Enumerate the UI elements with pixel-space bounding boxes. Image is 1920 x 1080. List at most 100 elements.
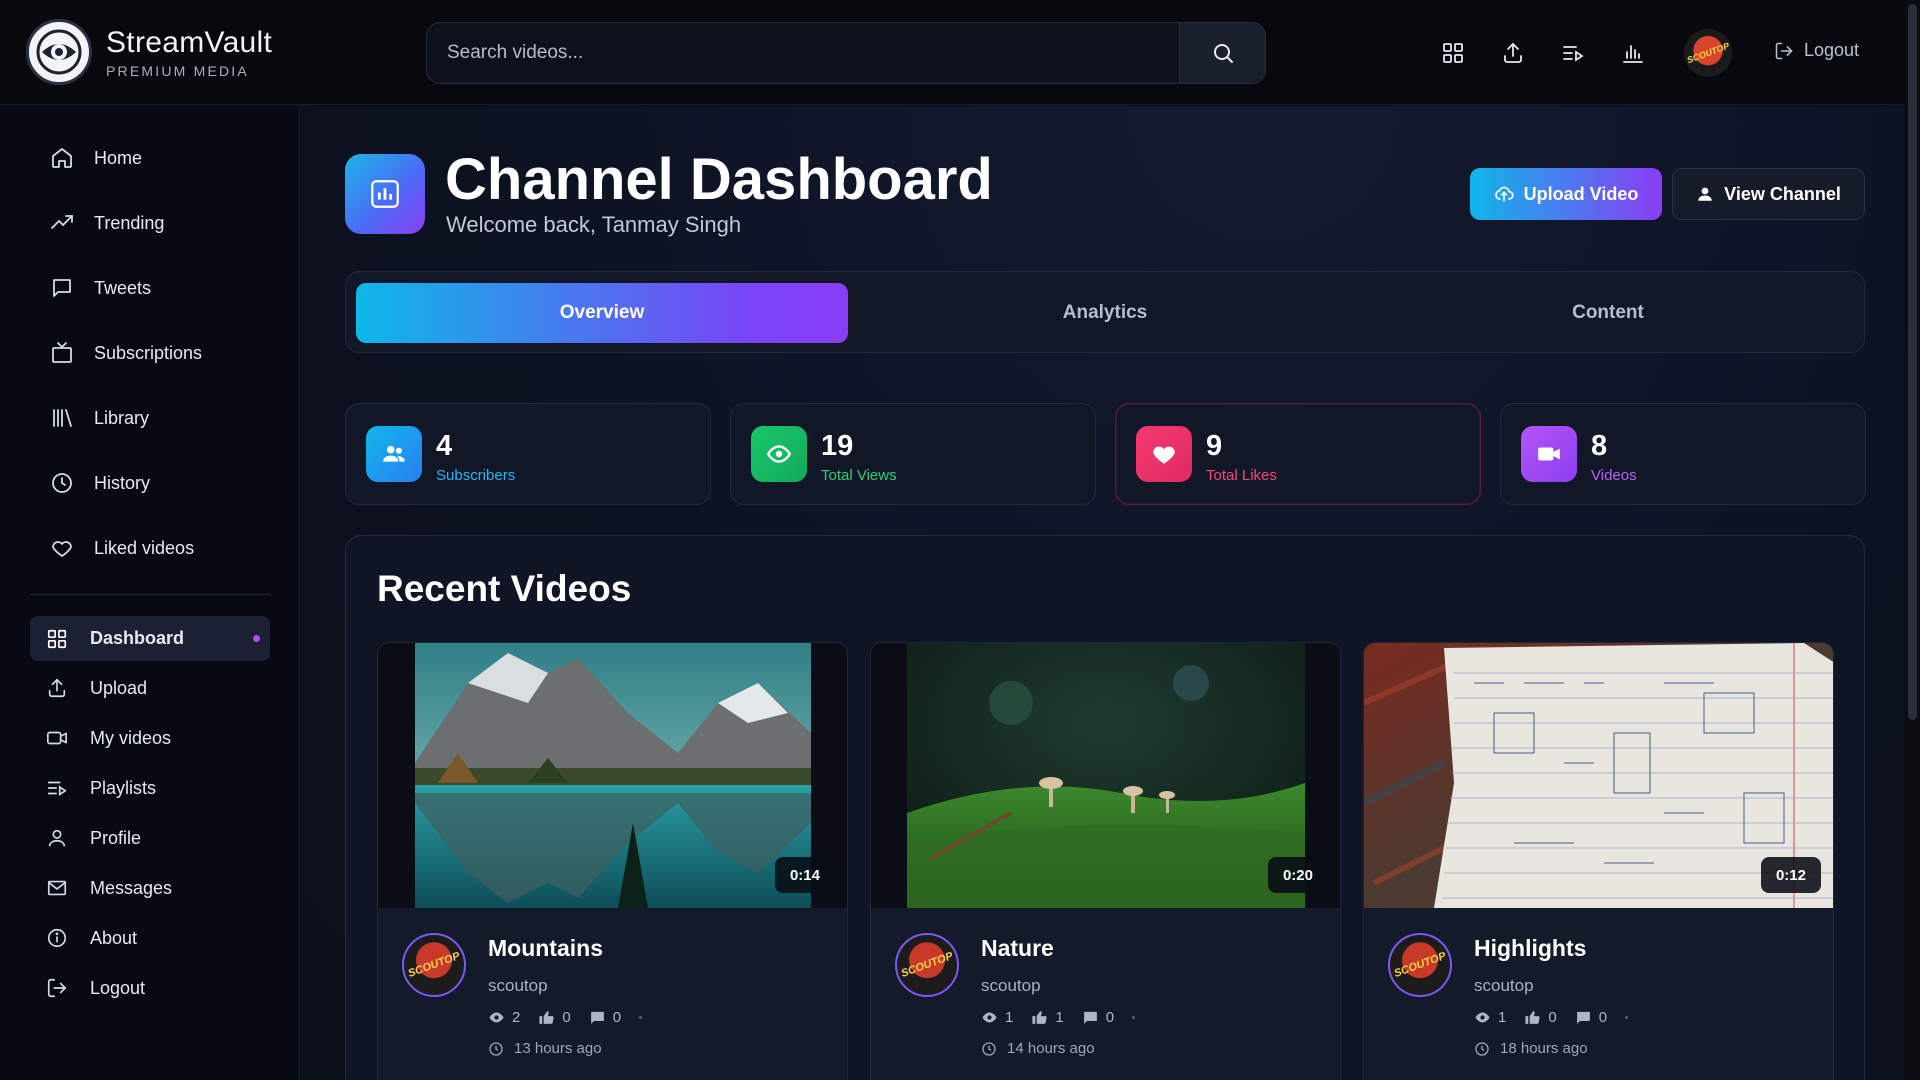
avatar-logo-text: SCOUTOP (1392, 950, 1448, 980)
eye-icon (489, 1012, 504, 1023)
grid-icon (47, 629, 67, 648)
channel-avatar[interactable]: SCOUTOP (402, 933, 466, 997)
search-bar (426, 22, 1266, 84)
sidebar-item-playlists[interactable]: Playlists (44, 768, 156, 808)
header-logout-label: Logout (1804, 40, 1860, 60)
sidebar-item-messages[interactable]: Messages (44, 868, 172, 908)
video-thumbnail[interactable]: 0:12 (1364, 643, 1833, 908)
playlist-icon (1563, 46, 1584, 62)
clock-icon (489, 1041, 503, 1056)
app-logo[interactable]: StreamVault PREMIUM MEDIA (26, 19, 272, 85)
cloud-upload-icon (1494, 186, 1514, 202)
scrollbar-thumb[interactable] (1908, 4, 1917, 720)
view-count: 1 (1005, 1009, 1014, 1026)
chat-icon (53, 279, 71, 297)
clock-icon (52, 473, 72, 493)
heart-icon (1136, 426, 1192, 482)
video-camera-icon (47, 731, 67, 745)
sidebar-item-profile[interactable]: Profile (44, 818, 141, 858)
channel-name[interactable]: scoutop (1474, 976, 1534, 996)
page-subtitle: Welcome back, Tanmay Singh (446, 212, 742, 237)
view-count: 1 (1498, 1009, 1507, 1026)
video-card[interactable]: 0:12 SCOUTOP Highlights scoutop 1 0 0 18… (1363, 642, 1834, 1080)
eye-icon (1475, 1012, 1490, 1023)
upload-header-button[interactable] (1490, 30, 1536, 76)
sidebar-item-label: Tweets (94, 277, 152, 298)
sidebar-item-home[interactable]: Home (48, 138, 142, 178)
channel-avatar[interactable]: SCOUTOP (895, 933, 959, 997)
playlist-header-button[interactable] (1550, 30, 1596, 76)
video-camera-icon (1521, 426, 1577, 482)
sidebar-item-liked-videos[interactable]: Liked videos (48, 528, 194, 568)
upload-time-text: 13 hours ago (514, 1040, 602, 1057)
sidebar-item-about[interactable]: About (44, 918, 137, 958)
avatar-logo-text: SCOUTOP (1685, 40, 1731, 66)
comment-count: 0 (1598, 1009, 1608, 1026)
video-card[interactable]: 0:14 SCOUTOP Mountains scoutop 2 0 0 13 … (377, 642, 848, 1080)
analytics-header-button[interactable] (1610, 30, 1656, 76)
comment-count: 0 (612, 1009, 622, 1026)
upload-time-text: 18 hours ago (1500, 1040, 1588, 1057)
stat-value: 8 (1591, 430, 1608, 462)
sidebar-item-trending[interactable]: Trending (48, 203, 164, 243)
tab-analytics[interactable]: Analytics (859, 283, 1351, 343)
sidebar-item-label: Liked videos (94, 537, 195, 558)
user-icon (1698, 187, 1712, 201)
video-card[interactable]: 0:20 SCOUTOP Nature scoutop 1 1 0 14 hou… (870, 642, 1341, 1080)
tab-content[interactable]: Content (1362, 283, 1854, 343)
users-icon (366, 426, 422, 482)
library-icon (53, 409, 72, 427)
tab-overview[interactable]: Overview (356, 283, 848, 343)
video-stats: 1 1 0 (981, 1009, 1136, 1026)
video-title[interactable]: Highlights (1474, 935, 1586, 962)
video-thumbnail[interactable]: 0:14 (378, 643, 847, 908)
app-tagline: PREMIUM MEDIA (106, 62, 249, 79)
video-title[interactable]: Mountains (488, 935, 603, 962)
comment-icon (590, 1011, 604, 1024)
active-indicator (253, 635, 260, 642)
sidebar-item-label: Profile (90, 827, 142, 848)
user-icon (48, 829, 66, 847)
clock-icon (1475, 1041, 1489, 1056)
upload-icon (48, 678, 66, 698)
page-scrollbar[interactable] (1905, 0, 1920, 1080)
channel-name[interactable]: scoutop (488, 976, 548, 996)
sidebar-item-subscriptions[interactable]: Subscriptions (48, 333, 202, 373)
stat-card-views: 19 Total Views (730, 403, 1096, 505)
channel-name[interactable]: scoutop (981, 976, 1041, 996)
grid-icon (1443, 43, 1463, 63)
dashboard-grid-button[interactable] (1430, 30, 1476, 76)
channel-avatar[interactable]: SCOUTOP (1388, 933, 1452, 997)
view-channel-button[interactable]: View Channel (1672, 168, 1865, 220)
upload-video-button[interactable]: Upload Video (1470, 168, 1662, 220)
upload-time: 13 hours ago (488, 1040, 602, 1057)
search-input[interactable] (427, 23, 1179, 83)
top-header: StreamVault PREMIUM MEDIA SCOUTOP Logout (0, 0, 1905, 105)
stat-label: Total Views (821, 467, 897, 484)
sidebar-item-label: Home (94, 147, 143, 168)
sidebar-item-logout[interactable]: Logout (44, 968, 145, 1008)
dashboard-tabs: Overview Analytics Content (345, 271, 1865, 353)
video-title[interactable]: Nature (981, 935, 1054, 962)
logout-icon (47, 978, 67, 998)
upload-video-label: Upload Video (1523, 183, 1639, 204)
app-name: StreamVault (106, 25, 273, 59)
sidebar-item-dashboard[interactable]: Dashboard (30, 616, 270, 661)
info-icon (47, 928, 67, 948)
sidebar-item-label: Library (94, 407, 150, 428)
sidebar-item-library[interactable]: Library (48, 398, 149, 438)
upload-icon (1504, 42, 1522, 63)
sidebar-item-upload[interactable]: Upload (44, 668, 147, 708)
sidebar-item-my-videos[interactable]: My videos (44, 718, 171, 758)
search-button[interactable] (1179, 23, 1265, 83)
separator-dot (639, 1016, 643, 1019)
sidebar-item-tweets[interactable]: Tweets (48, 268, 151, 308)
video-thumbnail[interactable]: 0:20 (871, 643, 1340, 908)
playlist-icon (47, 781, 67, 796)
user-avatar[interactable]: SCOUTOP (1684, 29, 1732, 77)
thumbs-up-icon (1032, 1011, 1047, 1024)
stat-value: 9 (1206, 430, 1223, 462)
sidebar-item-history[interactable]: History (48, 463, 150, 503)
stat-label: Videos (1591, 467, 1637, 484)
header-logout-button[interactable]: Logout (1774, 40, 1859, 61)
